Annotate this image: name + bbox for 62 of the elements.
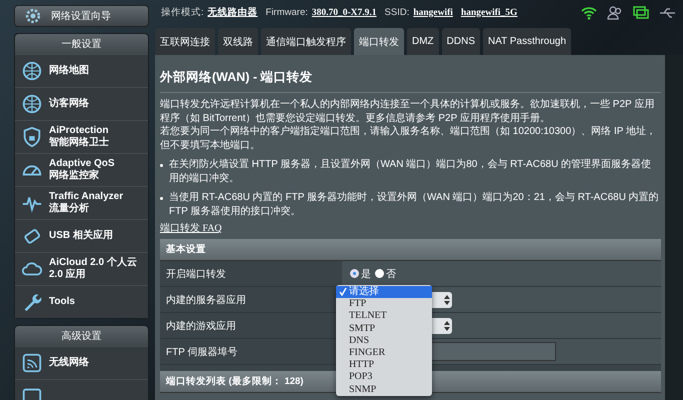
ssid-link[interactable]: hangewifi_5G [460, 8, 518, 18]
monitor-icon[interactable] [633, 6, 649, 20]
wifi-icon [21, 352, 43, 374]
sidebar-label: AiCloud 2.0 个人云 2.0 应用 [49, 257, 138, 281]
stepper-icon [444, 294, 450, 304]
sidebar-label: Traffic Analyzer 流量分析 [49, 191, 124, 215]
section-header: 基本设置 [160, 239, 661, 261]
sidebar-item[interactable]: USB 相关应用 [15, 219, 148, 252]
scrollbar-track[interactable] [665, 55, 683, 400]
tab[interactable]: NAT Passthrough [483, 28, 572, 55]
tab[interactable]: 端口转发 [354, 28, 404, 55]
dropdown-option[interactable]: POP3 [336, 371, 432, 384]
ssid-label: SSID: [384, 7, 410, 18]
users-icon[interactable] [607, 6, 623, 20]
dropdown-option[interactable]: 请选择 [336, 286, 432, 298]
faq-link[interactable]: 端口转发 FAQ [160, 221, 222, 235]
gear-icon [23, 6, 43, 26]
sidebar-label: 访客网络 [49, 98, 89, 110]
description-text: 若您要为同一个网络中的客户端指定端口范围，请输入服务名称、端口范围（如 10200:10300）、网络 IP 地址，但不要填写本地端口。 [160, 125, 657, 152]
firmware-label: Firmware: [266, 7, 308, 18]
tab[interactable]: DMZ [407, 28, 439, 55]
sidebar-item[interactable]: Traffic Analyzer 流量分析 [15, 186, 148, 219]
tab[interactable]: 互联网连接 [155, 28, 215, 55]
radio-option[interactable]: 是 [350, 266, 371, 280]
sidebar-item[interactable]: 网络地图 [15, 54, 148, 87]
bullet-icon [160, 164, 163, 167]
sidebar-label: AiProtection 智能网络卫士 [49, 125, 109, 149]
sidebar-label: Tools [49, 296, 75, 308]
sidebar-item[interactable]: Adaptive QoS 网络监控家 [15, 153, 148, 186]
description-text: 端口转发允许远程计算机在一个私人的内部网络内连接至一个具体的计算机或服务。欲加速联机，一些 P2P 应用程序（如 BitTorrent）也需要您设定端口转发。更多信息请参考 P2P 应用程序使用手册。 [160, 98, 656, 125]
sidebar-item[interactable]: AiProtection 智能网络卫士 [15, 120, 148, 153]
mode-link[interactable]: 无线路由器 [208, 6, 258, 19]
firmware-link[interactable]: 380.70_0-X7.9.1 [312, 8, 377, 18]
dropdown-option[interactable]: SNMP [336, 384, 432, 396]
tab[interactable]: 通信端口触发程序 [261, 28, 351, 55]
tab[interactable]: 双线路 [218, 28, 258, 55]
checkmark-icon [339, 288, 347, 296]
sidebar-label: 无线网络 [49, 357, 89, 369]
note-text: 在关闭防火墙设置 HTTP 服务器，且设置外网（WAN 端口）端口为80，会与 RT-AC68U 的管理界面服务器使用的端口冲突。 [169, 158, 652, 185]
sidebar-label: 网络地图 [49, 65, 89, 77]
globe-icon [21, 60, 43, 82]
wizard-button[interactable]: 网络设置向导 [14, 5, 149, 27]
radio-option[interactable]: 否 [375, 266, 396, 280]
sidebar-item[interactable]: Tools [15, 285, 148, 318]
ssid-link[interactable]: hangewifi [413, 8, 453, 18]
globe-icon [21, 93, 43, 115]
mode-label: 操作模式: [161, 6, 204, 19]
stepper-icon [444, 320, 450, 330]
shield-icon [21, 126, 43, 148]
sidebar-item[interactable]: 无线网络 [15, 346, 148, 379]
usb-icon[interactable] [659, 6, 677, 20]
sidebar-label: Adaptive QoS 网络监控家 [49, 158, 115, 182]
wifi-icon[interactable] [581, 6, 597, 20]
tab[interactable]: DDNS [442, 28, 480, 55]
note-text: 当使用 RT-AC68U 内置的 FTP 服务器功能时，设置外网（WAN 端口）端口为20：21，会与 RT-AC68U 内置的 FTP 服务器使用的接口冲突。 [169, 191, 660, 218]
sidebar-item[interactable]: 访客网络 [15, 87, 148, 120]
section-title: 一般设置 [15, 34, 148, 54]
sidebar-item[interactable]: AiCloud 2.0 个人云 2.0 应用 [15, 252, 148, 285]
bullet-icon [160, 197, 163, 200]
sidebar-label: USB 相关应用 [49, 230, 113, 242]
page-title: 外部网络(WAN) - 端口转发 [160, 69, 314, 86]
section-title: 高级设置 [15, 326, 148, 346]
